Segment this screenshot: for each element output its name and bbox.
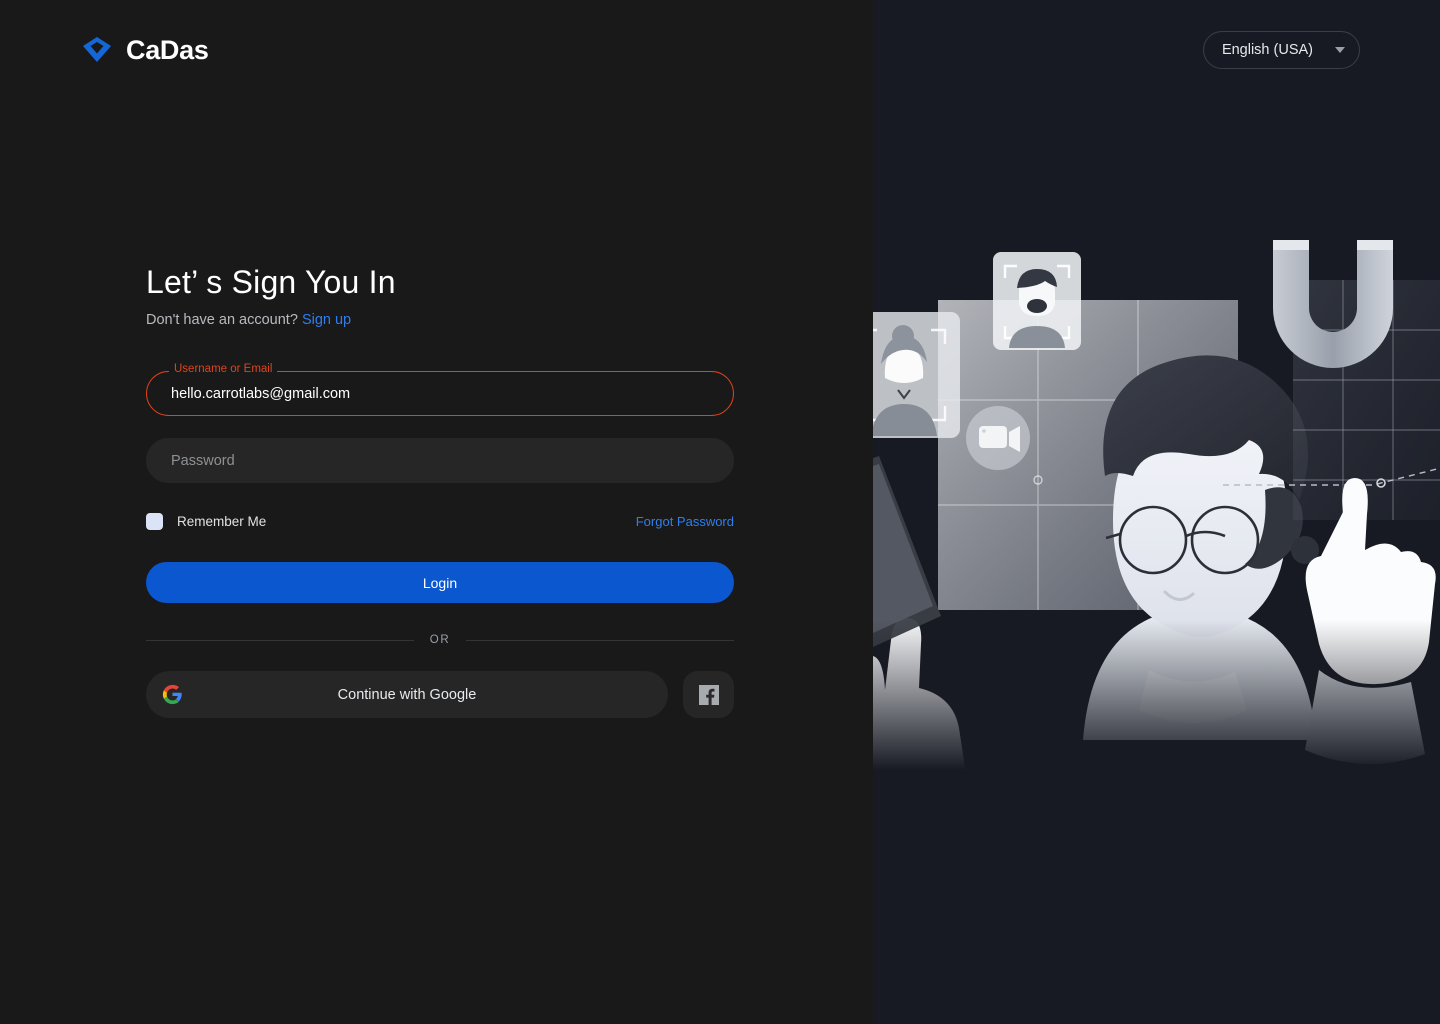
google-g-icon [162, 684, 182, 705]
password-field[interactable]: Password [146, 438, 734, 483]
remember-me-checkbox[interactable] [146, 513, 163, 530]
login-page: CaDas English (USA) Let’ s Sign You In D… [0, 0, 1440, 1024]
curved-arrow-line [873, 240, 951, 300]
brand-logo[interactable]: CaDas [80, 33, 209, 67]
facebook-f-icon [698, 684, 719, 705]
video-camera-icon [966, 406, 1030, 470]
illustration-panel [873, 0, 1440, 1024]
dotted-arc [873, 240, 949, 312]
signup-prompt: Don't have an account? Sign up [146, 312, 734, 328]
signup-prompt-text: Don't have an account? [146, 312, 302, 328]
language-label: English (USA) [1221, 42, 1313, 58]
signup-link[interactable]: Sign up [302, 312, 351, 328]
avatar-card-left [873, 312, 960, 438]
google-button-label: Continue with Google [337, 686, 477, 703]
diamond-icon [83, 37, 111, 62]
username-input[interactable]: hello.carrotlabs@gmail.com [171, 372, 350, 415]
continue-with-google-button[interactable]: Continue with Google [146, 671, 668, 718]
brand-name: CaDas [126, 34, 209, 65]
or-divider: OR [146, 634, 735, 646]
remember-row: Remember Me Forgot Password [146, 513, 734, 530]
password-input-placeholder[interactable]: Password [171, 439, 235, 482]
divider-line-left [146, 639, 414, 641]
continue-with-facebook-button[interactable] [683, 671, 734, 718]
login-form: Let’ s Sign You In Don't have an account… [146, 262, 735, 718]
username-field[interactable]: Username or Email hello.carrotlabs@gmail… [146, 363, 734, 416]
remember-me-label: Remember Me [177, 514, 267, 529]
forgot-password-link[interactable]: Forgot Password [636, 514, 734, 529]
hero-illustration [873, 240, 1440, 770]
language-selector[interactable]: English (USA) [1202, 31, 1360, 69]
divider-label: OR [429, 634, 451, 646]
page-title: Let’ s Sign You In [146, 264, 396, 300]
social-login-row: Continue with Google [146, 671, 734, 718]
remember-me-group[interactable]: Remember Me [146, 513, 266, 530]
chevron-down-icon [1335, 47, 1345, 53]
divider-line-right [466, 639, 735, 641]
avatar-card-upper [993, 252, 1081, 350]
login-button[interactable]: Login [146, 562, 734, 603]
